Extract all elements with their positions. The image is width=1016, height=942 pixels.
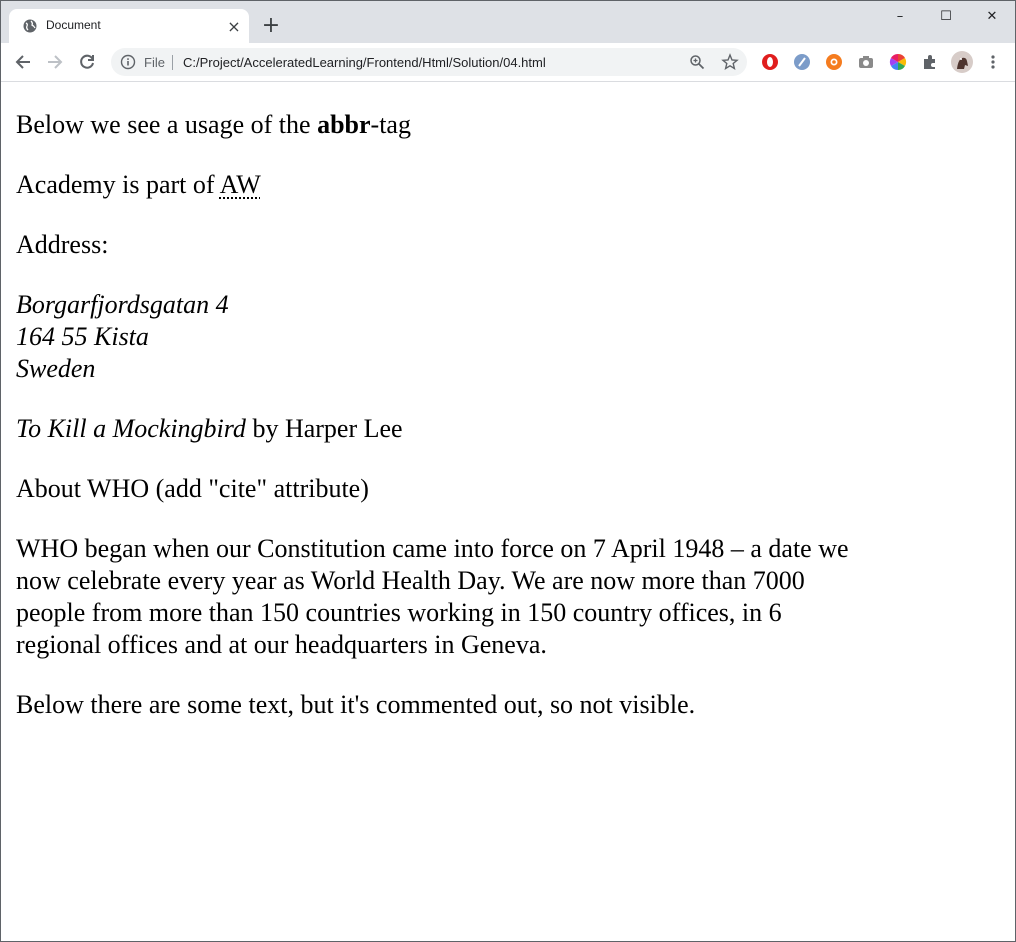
reload-button[interactable] — [76, 51, 98, 73]
address-line-3: Sweden — [16, 354, 96, 383]
comment-note-paragraph: Below there are some text, but it's comm… — [16, 690, 696, 719]
book-author-text: by Harper Lee — [245, 414, 403, 443]
scheme-label: File — [144, 55, 165, 70]
page-content: Below we see a usage of the abbr-tag Aca… — [1, 82, 1015, 941]
academy-text: Academy is part of — [16, 170, 220, 199]
tampermonkey-icon[interactable] — [793, 53, 811, 71]
address-label: Address: — [16, 230, 109, 259]
abbr-bold-text: abbr — [317, 110, 371, 139]
bookmark-star-icon[interactable] — [721, 53, 739, 71]
minimize-button[interactable]: – — [877, 1, 923, 31]
puzzle-icon[interactable] — [921, 53, 939, 71]
forward-button[interactable] — [44, 51, 66, 73]
close-window-button[interactable]: ✕ — [969, 1, 1015, 31]
back-button[interactable] — [12, 51, 34, 73]
address-bar[interactable]: File C:/Project/AcceleratedLearning/Fron… — [111, 48, 747, 76]
book-title: To Kill a Mockingbird — [16, 414, 246, 443]
maximize-button[interactable]: ☐ — [923, 1, 969, 31]
tab-document[interactable]: Document × — [9, 9, 249, 43]
browser-toolbar: File C:/Project/AcceleratedLearning/Fron… — [1, 43, 1015, 82]
who-blockquote: WHO began when our Constitution came int… — [16, 534, 849, 659]
info-icon[interactable] — [120, 54, 136, 70]
abbr-intro-text: Below we see a usage of the — [16, 110, 318, 139]
color-wheel-icon[interactable] — [889, 53, 907, 71]
browser-window: Document × + – ☐ ✕ File C:/Project/Accel… — [0, 0, 1016, 942]
opera-icon[interactable] — [761, 53, 779, 71]
forward-arrow-icon — [48, 55, 63, 69]
about-who-paragraph: About WHO (add "cite" attribute) — [16, 474, 369, 503]
zoom-icon[interactable] — [689, 54, 705, 70]
reload-icon — [80, 54, 94, 69]
abbreviation-aw[interactable]: AW — [220, 170, 261, 199]
back-arrow-icon — [15, 55, 30, 69]
address-line-1: Borgarfjordsgatan 4 — [16, 290, 229, 319]
abbr-intro-paragraph: Below we see a usage of the abbr-tag — [16, 109, 411, 141]
address-separator — [172, 55, 173, 70]
abbr-intro-suffix: -tag — [370, 110, 411, 139]
orange-extension-icon[interactable] — [825, 53, 843, 71]
tab-strip: Document × + – ☐ ✕ — [1, 1, 1015, 43]
close-tab-icon[interactable]: × — [225, 17, 243, 36]
globe-icon — [23, 19, 37, 33]
profile-avatar[interactable] — [951, 51, 973, 73]
new-tab-button[interactable]: + — [260, 13, 282, 38]
menu-kebab-icon[interactable] — [987, 53, 999, 71]
address-line-2: 164 55 Kista — [16, 322, 149, 351]
tab-title: Document — [46, 18, 101, 32]
academy-paragraph: Academy is part of AW — [16, 169, 261, 201]
url-text[interactable]: C:/Project/AcceleratedLearning/Frontend/… — [183, 55, 546, 70]
book-citation: To Kill a Mockingbird by Harper Lee — [16, 413, 403, 445]
camera-icon[interactable] — [857, 53, 875, 71]
address-block: Borgarfjordsgatan 4 164 55 Kista Sweden — [16, 289, 229, 385]
